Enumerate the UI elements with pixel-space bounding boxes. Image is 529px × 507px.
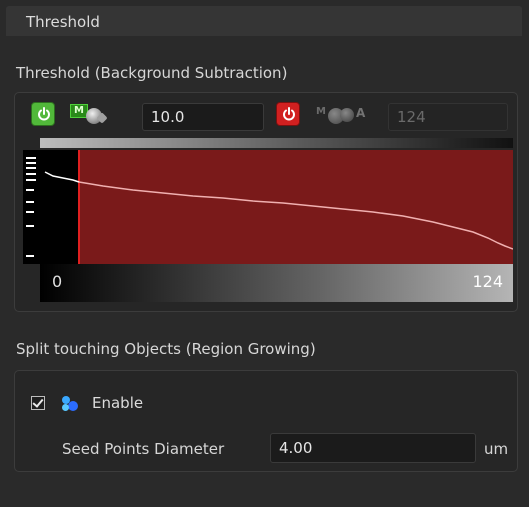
split-section-label: Split touching Objects (Region Growing) [16,340,316,358]
threshold-section-label: Threshold (Background Subtraction) [16,64,288,82]
panel-title: Threshold [26,13,100,31]
range-min-label: 0 [52,272,63,291]
manual-badge-text: M [74,105,84,116]
histogram-plot [26,150,514,264]
seed-points-label: Seed Points Diameter [62,440,225,458]
seed-points-input[interactable]: 4.00 [270,433,476,463]
enable-checkbox[interactable] [31,396,45,410]
histogram-curve-unselected [44,171,80,183]
panel-title-bar: Threshold [6,6,522,36]
high-threshold-power-button[interactable] [276,102,300,126]
histogram-top-gradient [40,138,513,148]
range-gradient-bar: 0 124 [40,264,513,302]
low-threshold-power-button[interactable] [31,102,55,126]
threshold-selection-fill [79,150,513,264]
threshold-histogram[interactable] [23,150,514,264]
auto-badge-a-text: A [356,106,366,120]
enable-label: Enable [92,394,144,412]
high-threshold-input[interactable]: 124 [388,103,508,131]
low-threshold-input[interactable]: 10.0 [142,103,264,131]
auto-mode-button[interactable]: M A [316,104,382,126]
range-max-label: 124 [472,272,503,291]
auto-badge-m-text: M [316,106,326,117]
power-on-icon [38,107,50,121]
histogram-ticks [26,157,36,257]
manual-mode-button[interactable]: M [70,104,118,126]
sphere-icon [340,108,354,122]
region-growing-icon [62,394,84,412]
power-off-icon [283,107,295,121]
seed-points-unit: um [484,440,509,458]
